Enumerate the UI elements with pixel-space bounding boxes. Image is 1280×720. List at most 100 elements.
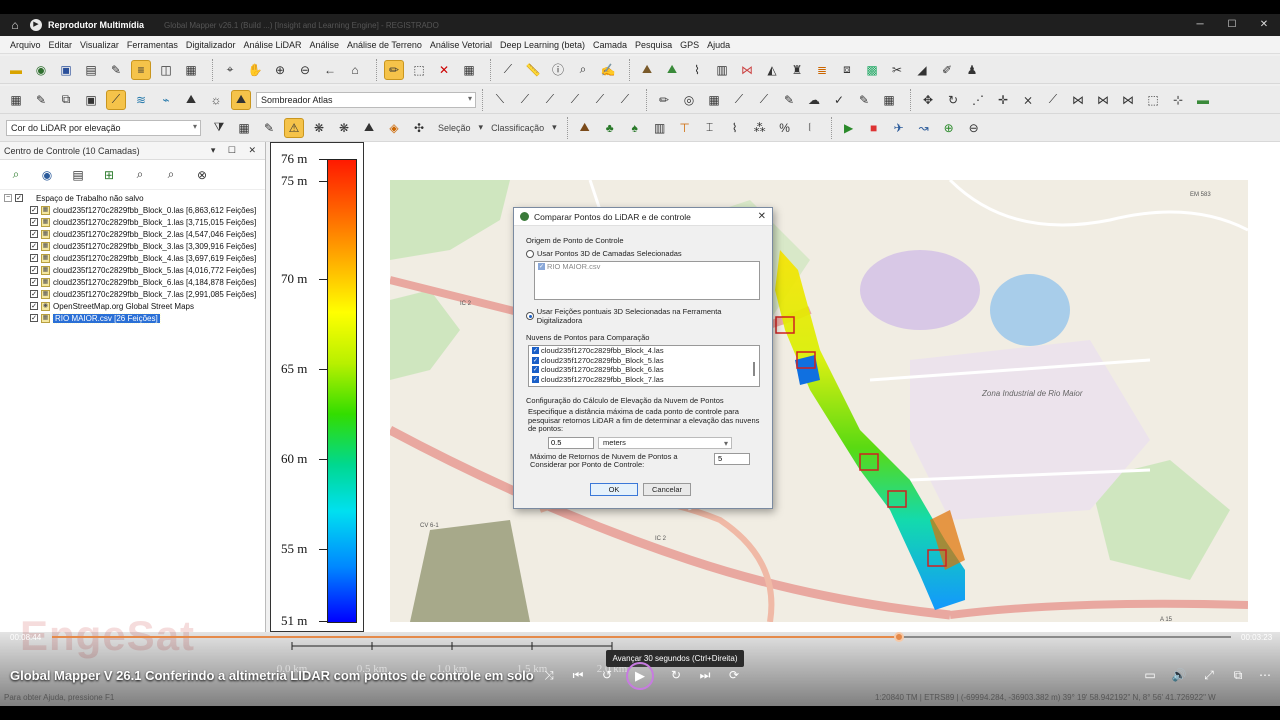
- list-item[interactable]: ✓ RIO MAIOR.csv: [535, 262, 759, 272]
- building-class-icon[interactable]: ▥: [650, 118, 670, 138]
- crosshair-icon[interactable]: ✛: [993, 90, 1013, 110]
- control-center-icon[interactable]: ≡: [131, 59, 151, 80]
- selection-menu[interactable]: Seleção: [438, 123, 471, 133]
- cloud-list-item[interactable]: ✓ cloud235f1270c2829fbb_Block_4.las: [529, 346, 759, 356]
- home-icon[interactable]: ⌂: [0, 18, 30, 32]
- line-cut-icon[interactable]: ⟋: [1043, 90, 1063, 110]
- percent-class-icon[interactable]: %: [775, 118, 795, 138]
- leaf-edit-icon[interactable]: ⟋: [754, 90, 774, 110]
- vegetation-class-icon[interactable]: ♣: [600, 118, 620, 138]
- play-icon[interactable]: ▶: [839, 118, 859, 138]
- shuffle-icon[interactable]: ⤨: [540, 668, 558, 683]
- save-icon[interactable]: ▣: [56, 60, 76, 80]
- line-erase-icon[interactable]: ⟋: [590, 90, 610, 110]
- layer-checkbox[interactable]: ✓: [30, 218, 38, 226]
- point-clouds-list[interactable]: ✓ cloud235f1270c2829fbb_Block_4.las ✓ cloud…: [528, 345, 760, 387]
- pole-class-icon[interactable]: ⊤: [675, 118, 695, 138]
- edit-terrain-icon[interactable]: ✐: [937, 60, 957, 80]
- layer-row[interactable]: ✓ ▦ cloud235f1270c2829fbb_Block_1.las [3,7…: [4, 216, 265, 228]
- layer-row[interactable]: ✓ ▦ cloud235f1270c2829fbb_Block_4.las [3,6…: [4, 252, 265, 264]
- workspace-checkbox[interactable]: ✓: [15, 194, 23, 202]
- image-icon[interactable]: ▩: [862, 60, 882, 80]
- fly-icon[interactable]: ✈: [889, 118, 909, 138]
- cloud-checkbox[interactable]: ✓: [532, 356, 539, 364]
- delete-icon[interactable]: ✕: [434, 60, 454, 80]
- lidar-edit-icon[interactable]: ✎: [259, 118, 279, 138]
- subtitles-icon[interactable]: ▭: [1141, 668, 1159, 682]
- slope-edit-icon[interactable]: ⟋: [729, 90, 749, 110]
- back-arrow-icon[interactable]: ←: [320, 60, 340, 80]
- water-drop-icon[interactable]: ⌁: [156, 90, 176, 110]
- distance-unit-select[interactable]: meters ▾: [598, 436, 732, 449]
- check-icon[interactable]: ✓: [829, 90, 849, 110]
- lidar-pointer-icon[interactable]: ✣: [409, 118, 429, 138]
- lidar-terrain-icon[interactable]: ⛰: [359, 118, 379, 138]
- crop-icon[interactable]: ⧉: [56, 90, 76, 110]
- sunlight-icon[interactable]: ☼: [206, 90, 226, 110]
- profile-icon[interactable]: ⌇: [687, 60, 707, 80]
- max-returns-input[interactable]: [714, 452, 750, 465]
- layer-row[interactable]: ✓ ▦ cloud235f1270c2829fbb_Block_3.las [3,3…: [4, 240, 265, 252]
- line-green-icon[interactable]: ⟋: [565, 90, 585, 110]
- snap-end-icon[interactable]: ⋈: [1093, 90, 1113, 110]
- layer-remove-icon[interactable]: ⊗: [192, 165, 212, 185]
- layer-checkbox[interactable]: ✓: [30, 278, 38, 286]
- menu-item[interactable]: Deep Learning (beta): [496, 40, 589, 50]
- digitizer-pencil-icon[interactable]: ✏: [384, 59, 404, 80]
- view3d-box-icon[interactable]: ▣: [81, 90, 101, 110]
- cancel-button[interactable]: Cancelar: [643, 483, 691, 496]
- line-tool-icon[interactable]: ⟋: [615, 90, 635, 110]
- filter-icon[interactable]: ⧩: [209, 118, 229, 138]
- layer-row-selected[interactable]: ✓ ▦ RIO MAIOR.csv [26 Feições]: [4, 312, 265, 324]
- lidar-grid-icon[interactable]: ▦: [234, 118, 254, 138]
- home-view-icon[interactable]: ⌂: [345, 60, 365, 80]
- menu-item[interactable]: Análise: [305, 40, 343, 50]
- ruler-green-icon[interactable]: ▬: [1193, 90, 1213, 110]
- user-icon[interactable]: ♟: [962, 60, 982, 80]
- snap-icon[interactable]: ⋈: [1068, 90, 1088, 110]
- intersect-icon[interactable]: ⊹: [1168, 90, 1188, 110]
- layer-checkbox[interactable]: ✓: [30, 266, 38, 274]
- stamp-icon[interactable]: ✎: [779, 90, 799, 110]
- wrench-icon[interactable]: ✎: [106, 60, 126, 80]
- wire-class-icon[interactable]: ⌇: [725, 118, 745, 138]
- radio-digitizer-row[interactable]: Usar Feições pontuais 3D Selecionadas na…: [526, 307, 760, 325]
- layer-add-icon[interactable]: ⊞: [99, 165, 119, 185]
- seek-bar[interactable]: [52, 636, 1231, 638]
- menu-item[interactable]: Visualizar: [76, 40, 123, 50]
- radio-layers[interactable]: [526, 249, 534, 258]
- layer-row[interactable]: ✓ ▦ cloud235f1270c2829fbb_Block_2.las [4,5…: [4, 228, 265, 240]
- terrain-green-icon[interactable]: ⛰: [662, 60, 682, 80]
- globe-icon[interactable]: ◉: [31, 60, 51, 80]
- cloud-list-item[interactable]: ✓ cloud235f1270c2829fbb_Block_5.las: [529, 356, 759, 366]
- menu-item[interactable]: Ferramentas: [123, 40, 182, 50]
- menu-item[interactable]: Pesquisa: [631, 40, 676, 50]
- attributes-icon[interactable]: ▤: [68, 165, 88, 185]
- more-icon[interactable]: ⋯: [1256, 668, 1274, 682]
- line-brush-icon[interactable]: ⟋: [540, 90, 560, 110]
- find-icon[interactable]: ⌕: [573, 60, 593, 80]
- cloud-list-item[interactable]: ✓ cloud235f1270c2829fbb_Block_7.las: [529, 375, 759, 385]
- menu-item[interactable]: Camada: [589, 40, 631, 50]
- layer-checkbox[interactable]: ✓: [30, 242, 38, 250]
- menu-item[interactable]: Análise LiDAR: [239, 40, 305, 50]
- tree-class-icon[interactable]: ♠: [625, 118, 645, 138]
- fullscreen-icon[interactable]: ⤢: [1200, 668, 1218, 683]
- ruler-icon[interactable]: 📏: [523, 60, 543, 80]
- layer-checkbox[interactable]: ✓: [30, 254, 38, 262]
- menu-item[interactable]: Análise de Terreno: [343, 40, 426, 50]
- split-icon[interactable]: ⨯: [1018, 90, 1038, 110]
- workspace-row[interactable]: − ✓ Espaço de Trabalho não salvo: [4, 192, 265, 204]
- layer-globe-icon[interactable]: ◉: [37, 165, 57, 185]
- close-icon[interactable]: ✕: [758, 211, 766, 222]
- forward-icon[interactable]: ↻: [667, 668, 685, 682]
- lidar-layers-icon[interactable]: ◈: [384, 118, 404, 138]
- record-add-icon[interactable]: ⊕: [939, 118, 959, 138]
- menu-item[interactable]: Arquivo: [6, 40, 45, 50]
- maximize-icon[interactable]: ☐: [1216, 14, 1248, 36]
- water-icon[interactable]: ≋: [131, 90, 151, 110]
- note-icon[interactable]: ✍: [598, 60, 618, 80]
- measure-icon[interactable]: ⟋: [498, 60, 518, 80]
- lighthouse-icon[interactable]: ♜: [787, 60, 807, 80]
- cloud-checkbox[interactable]: ✓: [532, 375, 539, 383]
